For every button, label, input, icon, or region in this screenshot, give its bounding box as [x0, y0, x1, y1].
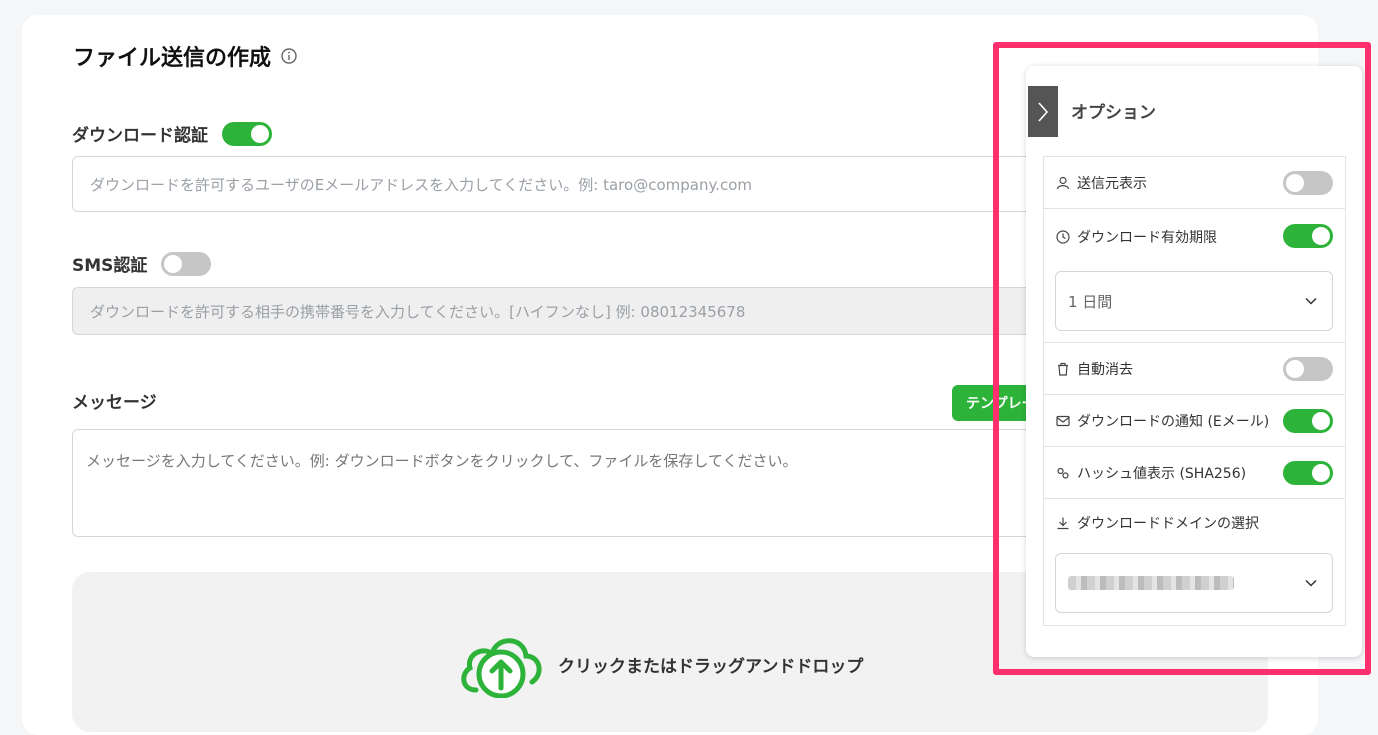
dropzone-label: クリックまたはドラッグアンドドロップ: [558, 657, 864, 677]
upload-cloud-icon: [461, 638, 542, 698]
download-auth-toggle[interactable]: [222, 121, 272, 146]
sms-auth-toggle[interactable]: [161, 251, 212, 276]
download-auth-label: ダウンロード認証: [72, 126, 208, 146]
message-placeholder: メッセージを入力してください。例: ダウンロードボタンをクリックして、ファイルを…: [86, 452, 798, 470]
page-title: ファイル送信の作成: [73, 40, 297, 72]
sms-auth-label: SMS認証: [72, 256, 148, 276]
message-label: メッセージ: [72, 393, 157, 413]
sms-phone-input[interactable]: ダウンロードを許可する相手の携帯番号を入力してください。[ハイフンなし] 例: …: [72, 287, 1122, 335]
sms-auth-section: SMS認証: [72, 251, 212, 276]
download-auth-placeholder: ダウンロードを許可するユーザのEメールアドレスを入力してください。例: taro…: [90, 175, 752, 194]
info-icon[interactable]: [281, 48, 297, 64]
highlight-frame: [993, 42, 1371, 675]
download-auth-email-input[interactable]: ダウンロードを許可するユーザのEメールアドレスを入力してください。例: taro…: [72, 156, 1122, 212]
message-section: メッセージ: [72, 388, 157, 413]
message-textarea[interactable]: メッセージを入力してください。例: ダウンロードボタンをクリックして、ファイルを…: [72, 429, 1122, 537]
sms-auth-placeholder: ダウンロードを許可する相手の携帯番号を入力してください。[ハイフンなし] 例: …: [90, 302, 746, 321]
page-title-text: ファイル送信の作成: [73, 46, 272, 71]
download-auth-section: ダウンロード認証: [72, 121, 272, 146]
